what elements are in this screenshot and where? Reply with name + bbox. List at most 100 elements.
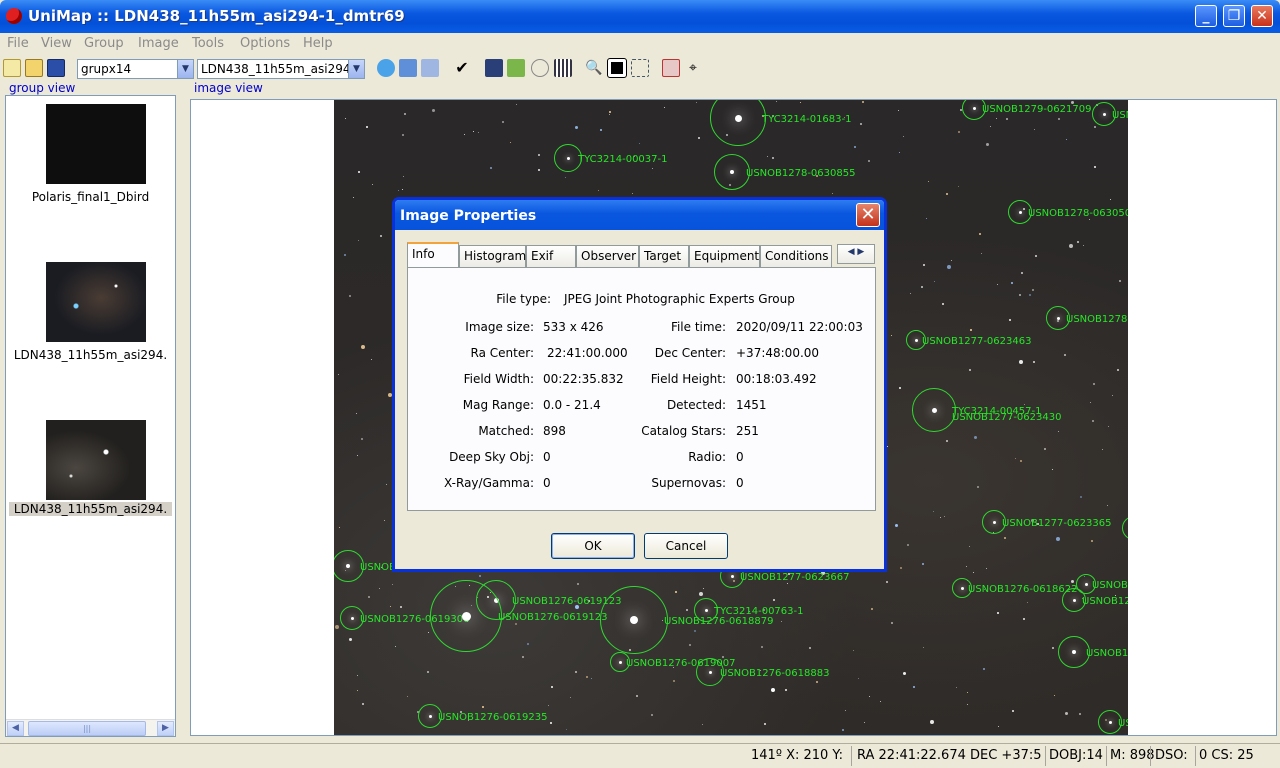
thumbnail-1[interactable] [46, 104, 146, 184]
menu-image[interactable]: Image [138, 36, 179, 51]
properties-icon[interactable] [662, 59, 680, 77]
star [787, 583, 788, 584]
tab-conditions[interactable]: Conditions [760, 245, 832, 267]
star [1094, 126, 1096, 128]
star [899, 387, 901, 389]
star [570, 697, 571, 698]
star [516, 104, 517, 105]
star [362, 703, 364, 705]
star [664, 107, 665, 108]
image-view-label: image view [191, 81, 266, 95]
save-icon[interactable] [47, 59, 65, 77]
file-time-label: File time: [670, 320, 726, 334]
star [854, 146, 856, 148]
import-icon[interactable] [399, 59, 417, 77]
minimize-button[interactable]: _ [1195, 5, 1217, 27]
tab-equipment[interactable]: Equipment [689, 245, 760, 267]
match-icon[interactable] [507, 59, 525, 77]
thumbnail-label[interactable]: Polaris_final1_Dbird [6, 190, 175, 204]
menu-file[interactable]: File [7, 36, 29, 51]
grid-icon[interactable] [554, 59, 572, 77]
close-button[interactable]: ✕ [1251, 5, 1273, 27]
scroll-right-icon[interactable]: ▶ [157, 721, 174, 736]
binoculars-icon[interactable] [485, 59, 503, 77]
new-group-icon[interactable] [3, 59, 21, 77]
catalog-label: USNOB1276-0618622 [968, 584, 1078, 595]
menu-help[interactable]: Help [303, 36, 333, 51]
select-area-icon[interactable] [631, 59, 649, 77]
radio-value: 0 [736, 450, 744, 464]
star [903, 672, 906, 675]
field-height-value: 00:18:03.492 [736, 372, 817, 386]
star [698, 137, 700, 139]
open-folder-icon[interactable] [25, 59, 43, 77]
cancel-button[interactable]: Cancel [644, 533, 728, 559]
star [689, 644, 691, 646]
image-size-value: 533 x 426 [543, 320, 604, 334]
tab-target[interactable]: Target [639, 245, 689, 267]
sphere-grid-icon[interactable] [531, 59, 549, 77]
scroll-left-icon[interactable]: ◀ [7, 721, 24, 736]
export-icon[interactable] [421, 59, 439, 77]
star [609, 111, 611, 113]
star [358, 240, 359, 241]
star [371, 359, 372, 360]
star [922, 563, 924, 565]
star [1066, 139, 1067, 140]
scroll-thumb[interactable]: ||| [28, 721, 146, 736]
telescope-icon[interactable]: ⌖ [684, 59, 702, 77]
tab-observer[interactable]: Observer [576, 245, 639, 267]
menu-group[interactable]: Group [84, 36, 124, 51]
file-time-value: 2020/09/11 22:00:03 [736, 320, 863, 334]
globe-load-icon[interactable] [377, 59, 395, 77]
star [392, 584, 393, 585]
star [335, 625, 339, 629]
group-scrollbar[interactable]: ◀ ||| ▶ [6, 719, 175, 736]
zoom-icon[interactable]: 🔍 [585, 59, 603, 77]
thumbnail-3[interactable] [46, 420, 146, 500]
star [761, 646, 763, 648]
star [730, 170, 734, 174]
ok-button[interactable]: OK [551, 533, 635, 559]
supernovas-label: Supernovas: [651, 476, 726, 490]
star [1108, 426, 1109, 427]
group-select[interactable]: grupx14 ▼ [77, 59, 194, 79]
dialog-title: Image Properties [395, 200, 884, 230]
star [809, 647, 811, 649]
star [986, 143, 989, 146]
image-select[interactable]: LDN438_11h55m_asi294- ▼ [197, 59, 365, 79]
tab-histogram[interactable]: Histogram [459, 245, 526, 267]
check-icon[interactable]: ✔ [453, 59, 471, 77]
tab-exif[interactable]: Exif [526, 245, 576, 267]
star [349, 638, 352, 641]
star [771, 688, 775, 692]
thumbnail-label[interactable]: LDN438_11h55m_asi294. [6, 348, 175, 362]
menu-view[interactable]: View [41, 36, 72, 51]
catalog-label: USNOB1276-0618883 [720, 668, 830, 679]
star [785, 689, 787, 691]
star [934, 281, 935, 282]
star [1052, 469, 1053, 470]
maximize-button[interactable]: ❐ [1223, 5, 1245, 27]
star [986, 568, 987, 569]
star [702, 724, 703, 725]
tab-scroll-arrows-icon[interactable]: ◀ ▶ [837, 244, 875, 264]
star [1069, 244, 1073, 248]
star [1102, 112, 1106, 116]
thumbnail-2[interactable] [46, 262, 146, 342]
menu-options[interactable]: Options [240, 36, 290, 51]
star [868, 160, 870, 162]
tab-info[interactable]: Info [407, 242, 459, 268]
star [776, 101, 777, 102]
star [992, 520, 996, 524]
thumbnail-label-selected[interactable]: LDN438_11h55m_asi294. [9, 502, 172, 516]
star [942, 303, 944, 305]
star [522, 656, 524, 658]
contrast-icon[interactable] [607, 58, 627, 78]
dialog-close-icon[interactable]: ✕ [856, 203, 880, 227]
star [586, 676, 588, 678]
star [1019, 360, 1023, 364]
star [926, 218, 927, 219]
menu-tools[interactable]: Tools [192, 36, 224, 51]
catalog-label: USNOB1276-0618879 [664, 616, 774, 627]
